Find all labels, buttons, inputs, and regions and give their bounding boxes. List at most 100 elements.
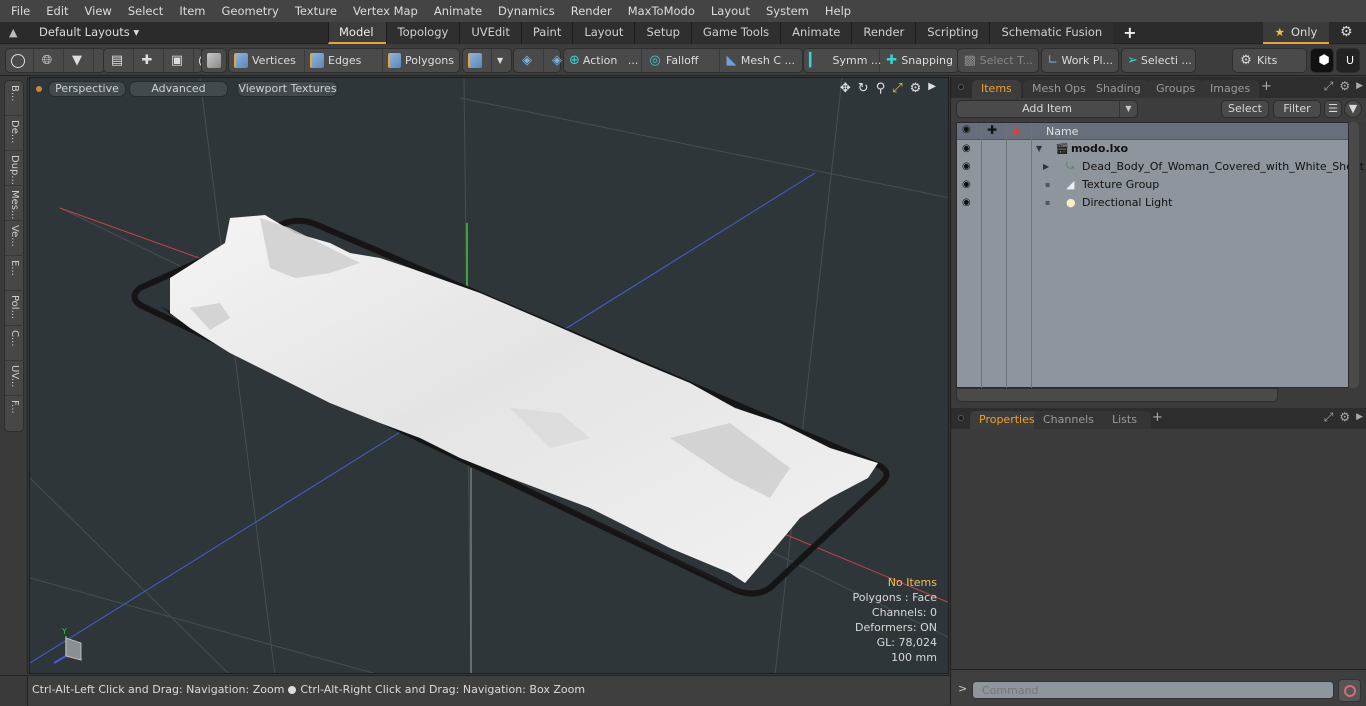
- tree-horizontal-scrollbar[interactable]: [956, 388, 1278, 402]
- tab-properties[interactable]: Properties: [970, 411, 1044, 429]
- panel-arrow-icon[interactable]: ▶: [1356, 79, 1363, 94]
- vertices-button[interactable]: Vertices: [229, 49, 305, 72]
- falloff-button[interactable]: ◎ Falloff: [642, 49, 720, 72]
- visibility-eye-icon[interactable]: ◉: [962, 158, 971, 176]
- selection-sets-button[interactable]: ➢ Selecti ...: [1122, 49, 1195, 72]
- tab-channels[interactable]: Channels: [1034, 411, 1103, 429]
- menu-render[interactable]: Render: [563, 0, 620, 22]
- work-plane-button[interactable]: ∟ Work Pl...: [1042, 49, 1118, 72]
- panel-arrow-icon[interactable]: ▶: [1356, 410, 1363, 425]
- panel-gear-icon[interactable]: ⚙: [1339, 79, 1350, 94]
- left-tab-edge[interactable]: E...: [5, 256, 24, 291]
- left-tab-deform[interactable]: De...: [5, 116, 24, 151]
- layout-tab-paint[interactable]: Paint: [520, 22, 573, 44]
- left-tab-curve[interactable]: C...: [5, 326, 24, 361]
- tab-groups[interactable]: Groups: [1147, 80, 1205, 98]
- menu-system[interactable]: System: [758, 0, 817, 22]
- menu-dynamics[interactable]: Dynamics: [490, 0, 563, 22]
- left-tab-fusion[interactable]: F...: [5, 396, 24, 431]
- expand-panel-icon[interactable]: ⤢: [1324, 79, 1334, 94]
- menu-help[interactable]: Help: [817, 0, 859, 22]
- left-tab-uv[interactable]: UV...: [5, 361, 24, 396]
- edges-button[interactable]: Edges: [305, 49, 383, 72]
- menu-texture[interactable]: Texture: [287, 0, 345, 22]
- select-through-button[interactable]: ▩ Select T...: [958, 49, 1038, 72]
- material-mode-button[interactable]: [463, 49, 492, 72]
- layout-tab-game-tools[interactable]: Game Tools: [690, 22, 781, 44]
- layout-tab-layout[interactable]: Layout: [572, 22, 635, 44]
- add-item-button[interactable]: Add Item ▼: [956, 100, 1138, 118]
- visibility-eye-icon[interactable]: ◉: [962, 176, 971, 194]
- menu-layout[interactable]: Layout: [703, 0, 758, 22]
- material-mode-dropdown[interactable]: ▼: [492, 49, 508, 72]
- tab-images[interactable]: Images: [1201, 80, 1260, 98]
- left-tab-vertex[interactable]: Ve...: [5, 221, 24, 256]
- filter-funnel-icon[interactable]: ▼: [1344, 100, 1362, 118]
- shading-dropdown[interactable]: Advanced: [129, 81, 228, 97]
- left-tab-duplicate[interactable]: Dup...: [5, 151, 24, 186]
- layout-tab-model[interactable]: Model: [328, 22, 386, 44]
- expand-panel-icon[interactable]: ⤢: [1324, 410, 1334, 425]
- item-mode-button[interactable]: [202, 49, 230, 72]
- menu-item[interactable]: Item: [171, 0, 213, 22]
- layout-tab-scripting[interactable]: Scripting: [915, 22, 990, 44]
- list-options-icon[interactable]: ☰: [1324, 100, 1342, 118]
- layout-tab-topology[interactable]: Topology: [385, 22, 460, 44]
- command-input[interactable]: [972, 681, 1334, 699]
- add-layout-tab-button[interactable]: +: [1113, 22, 1146, 44]
- tab-lists[interactable]: Lists: [1098, 411, 1151, 429]
- add-item-dropdown-icon[interactable]: ▼: [1119, 101, 1137, 117]
- lock-column-icon[interactable]: ✚: [987, 123, 997, 137]
- type-column-axis-icon[interactable]: ▲: [1012, 123, 1020, 136]
- frame-button[interactable]: ▣: [164, 49, 194, 72]
- expand-arrow-icon[interactable]: ▶: [1043, 158, 1049, 176]
- polygons-button[interactable]: Polygons: [383, 49, 459, 72]
- only-button[interactable]: ★ Only: [1263, 22, 1329, 44]
- menu-select[interactable]: Select: [120, 0, 171, 22]
- panel-gear-icon[interactable]: ⚙: [1339, 410, 1350, 425]
- layout-tab-schematic-fusion[interactable]: Schematic Fusion: [989, 22, 1114, 44]
- tree-row-scene[interactable]: ◉ ▼ 🎬︎ modo.lxo: [957, 140, 1348, 158]
- kits-button[interactable]: ⚙ Kits: [1233, 49, 1306, 72]
- 3d-viewport[interactable]: Y Perspective Advanced Viewport Textures…: [29, 77, 949, 674]
- pan-icon[interactable]: ✥: [840, 81, 851, 96]
- rotate-icon[interactable]: ↻: [858, 81, 869, 96]
- left-tab-polygon[interactable]: Pol...: [5, 291, 24, 326]
- filter-button[interactable]: Filter: [1273, 100, 1321, 118]
- menu-animate[interactable]: Animate: [426, 0, 490, 22]
- menu-file[interactable]: File: [0, 0, 38, 22]
- pen-button[interactable]: ▼: [64, 49, 94, 72]
- add-panel-tab-button[interactable]: +: [1261, 79, 1272, 94]
- unreal-button[interactable]: U: [1337, 49, 1366, 72]
- visibility-column-eye-icon[interactable]: ◉: [962, 124, 971, 135]
- tree-vertical-scrollbar[interactable]: [1349, 122, 1359, 388]
- menu-maxtomodo[interactable]: MaxToModo: [620, 0, 703, 22]
- tree-row-directional-light[interactable]: ◉ ▪ ● Directional Light: [957, 194, 1348, 212]
- scene-canvas[interactable]: Y: [30, 78, 949, 674]
- gear-icon[interactable]: ⚙: [1340, 24, 1353, 40]
- maximize-icon[interactable]: ⤢: [892, 81, 902, 96]
- layout-up-arrow-icon[interactable]: ▲: [9, 26, 21, 40]
- tab-mesh-ops[interactable]: Mesh Ops: [1023, 80, 1095, 98]
- sphere-select-button[interactable]: [6, 49, 34, 72]
- layout-tab-setup[interactable]: Setup: [634, 22, 691, 44]
- select-button[interactable]: Select: [1221, 100, 1269, 118]
- visibility-eye-icon[interactable]: ◉: [962, 194, 971, 212]
- action-center-1-button[interactable]: ◈: [514, 49, 544, 72]
- tree-row-texture-group[interactable]: ◉ ▪ ◢ Texture Group: [957, 176, 1348, 194]
- default-layouts-dropdown[interactable]: Default Layouts ▾: [39, 25, 139, 39]
- layout-tab-render[interactable]: Render: [851, 22, 916, 44]
- snapping-button[interactable]: ✚ Snapping: [880, 49, 958, 72]
- visibility-eye-icon[interactable]: ◉: [962, 140, 971, 158]
- left-tab-basic[interactable]: B...: [5, 81, 24, 116]
- viewport-textures-dropdown[interactable]: Viewport Textures: [237, 81, 338, 97]
- symmetry-button[interactable]: ▎ Symm ...: [804, 49, 881, 72]
- add-panel-tab-button[interactable]: +: [1152, 410, 1163, 425]
- tab-shading[interactable]: Shading: [1087, 80, 1150, 98]
- panel-menu-dot[interactable]: [958, 84, 964, 90]
- left-tab-mesh-edit[interactable]: Mes...: [5, 186, 24, 221]
- tree-row-mesh[interactable]: ◉ ▶ ⤿ Dead_Body_Of_Woman_Covered_with_Wh…: [957, 158, 1364, 176]
- viewport-expand-arrow-icon[interactable]: ▶: [928, 81, 936, 96]
- stack-button[interactable]: ▤: [104, 49, 134, 72]
- menu-vertex-map[interactable]: Vertex Map: [345, 0, 426, 22]
